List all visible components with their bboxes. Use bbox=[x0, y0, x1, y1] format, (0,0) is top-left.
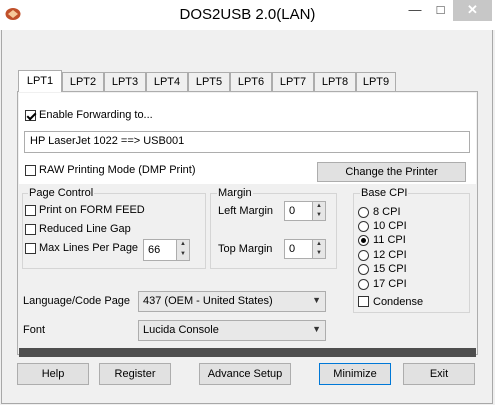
change-printer-button[interactable]: Change the Printer bbox=[317, 162, 466, 182]
tab-lpt9[interactable]: LPT9 bbox=[356, 72, 396, 91]
cpi-10-label: 10 CPI bbox=[373, 220, 407, 232]
window-minimize-button[interactable]: — bbox=[402, 0, 428, 21]
cpi-8-label: 8 CPI bbox=[373, 206, 401, 218]
left-margin-label: Left Margin bbox=[218, 205, 274, 217]
divider bbox=[19, 348, 476, 357]
help-button[interactable]: Help bbox=[17, 363, 89, 385]
tab-lpt5[interactable]: LPT5 bbox=[188, 72, 230, 91]
spin-up-icon[interactable]: ▲ bbox=[313, 240, 325, 249]
base-cpi-title: Base CPI bbox=[360, 187, 409, 199]
title-bar: DOS2USB 2.0(LAN) — □ ✕ bbox=[0, 0, 495, 30]
tab-lpt6[interactable]: LPT6 bbox=[230, 72, 272, 91]
max-lines-checkbox[interactable] bbox=[25, 243, 36, 254]
font-value: Lucida Console bbox=[143, 324, 219, 336]
reduced-line-gap-label: Reduced Line Gap bbox=[39, 223, 131, 235]
print-on-form-feed-checkbox[interactable] bbox=[25, 205, 36, 216]
reduced-line-gap-checkbox[interactable] bbox=[25, 224, 36, 235]
cpi-12-radio[interactable] bbox=[358, 250, 369, 261]
top-margin-value: 0 bbox=[289, 243, 296, 255]
language-select[interactable]: 437 (OEM - United States) ▼ bbox=[138, 291, 326, 312]
tab-lpt4[interactable]: LPT4 bbox=[146, 72, 188, 91]
cpi-10-radio[interactable] bbox=[358, 221, 369, 232]
margin-title: Margin bbox=[217, 187, 253, 199]
cpi-15-radio[interactable] bbox=[358, 264, 369, 275]
spin-up-icon[interactable]: ▲ bbox=[313, 202, 325, 211]
raw-printing-label: RAW Printing Mode (DMP Print) bbox=[39, 164, 196, 176]
condense-checkbox[interactable] bbox=[358, 296, 369, 307]
left-margin-spin-buttons[interactable]: ▲ ▼ bbox=[312, 202, 325, 220]
language-label: Language/Code Page bbox=[23, 295, 131, 307]
tab-lpt3[interactable]: LPT3 bbox=[104, 72, 146, 91]
cpi-11-radio[interactable] bbox=[358, 235, 369, 246]
cpi-12-label: 12 CPI bbox=[373, 249, 407, 261]
base-cpi-group bbox=[353, 193, 470, 313]
max-lines-spin-buttons[interactable]: ▲ ▼ bbox=[176, 240, 189, 260]
tab-lpt7[interactable]: LPT7 bbox=[272, 72, 314, 91]
print-on-form-feed-label: Print on FORM FEED bbox=[39, 204, 145, 216]
enable-forwarding-label: Enable Forwarding to... bbox=[39, 109, 153, 121]
spin-up-icon[interactable]: ▲ bbox=[177, 240, 189, 250]
top-margin-stepper[interactable]: 0 ▲ ▼ bbox=[284, 239, 326, 259]
window-close-button[interactable]: ✕ bbox=[453, 0, 492, 21]
top-margin-spin-buttons[interactable]: ▲ ▼ bbox=[312, 240, 325, 258]
register-button[interactable]: Register bbox=[99, 363, 171, 385]
spin-down-icon[interactable]: ▼ bbox=[177, 250, 189, 260]
language-value: 437 (OEM - United States) bbox=[143, 295, 273, 307]
left-margin-value: 0 bbox=[289, 205, 296, 217]
condense-label: Condense bbox=[373, 296, 424, 308]
spin-down-icon[interactable]: ▼ bbox=[313, 249, 325, 258]
printer-field[interactable]: HP LaserJet 1022 ==> USB001 bbox=[24, 131, 470, 153]
page-control-title: Page Control bbox=[28, 187, 95, 199]
max-lines-value: 66 bbox=[148, 244, 161, 256]
window-maximize-button[interactable]: □ bbox=[428, 0, 453, 21]
tab-lpt2[interactable]: LPT2 bbox=[62, 72, 104, 91]
tab-lpt8[interactable]: LPT8 bbox=[314, 72, 356, 91]
max-lines-label: Max Lines Per Page bbox=[39, 242, 139, 254]
top-margin-label: Top Margin bbox=[218, 243, 273, 255]
chevron-down-icon[interactable]: ▼ bbox=[312, 295, 321, 305]
minimize-button[interactable]: Minimize bbox=[319, 363, 391, 385]
cpi-15-label: 15 CPI bbox=[373, 263, 407, 275]
raw-printing-checkbox[interactable] bbox=[25, 165, 36, 176]
font-select[interactable]: Lucida Console ▼ bbox=[138, 320, 326, 341]
advance-setup-button[interactable]: Advance Setup bbox=[199, 363, 291, 385]
left-margin-stepper[interactable]: 0 ▲ ▼ bbox=[284, 201, 326, 221]
cpi-11-label: 11 CPI bbox=[373, 234, 406, 246]
spin-down-icon[interactable]: ▼ bbox=[313, 211, 325, 220]
exit-button[interactable]: Exit bbox=[403, 363, 475, 385]
cpi-17-radio[interactable] bbox=[358, 279, 369, 290]
font-label: Font bbox=[23, 324, 46, 336]
cpi-8-radio[interactable] bbox=[358, 207, 369, 218]
cpi-17-label: 17 CPI bbox=[373, 278, 407, 290]
enable-forwarding-checkbox[interactable] bbox=[25, 110, 36, 121]
max-lines-stepper[interactable]: 66 ▲ ▼ bbox=[143, 239, 190, 261]
tab-lpt1[interactable]: LPT1 bbox=[18, 70, 62, 92]
chevron-down-icon[interactable]: ▼ bbox=[312, 324, 321, 334]
